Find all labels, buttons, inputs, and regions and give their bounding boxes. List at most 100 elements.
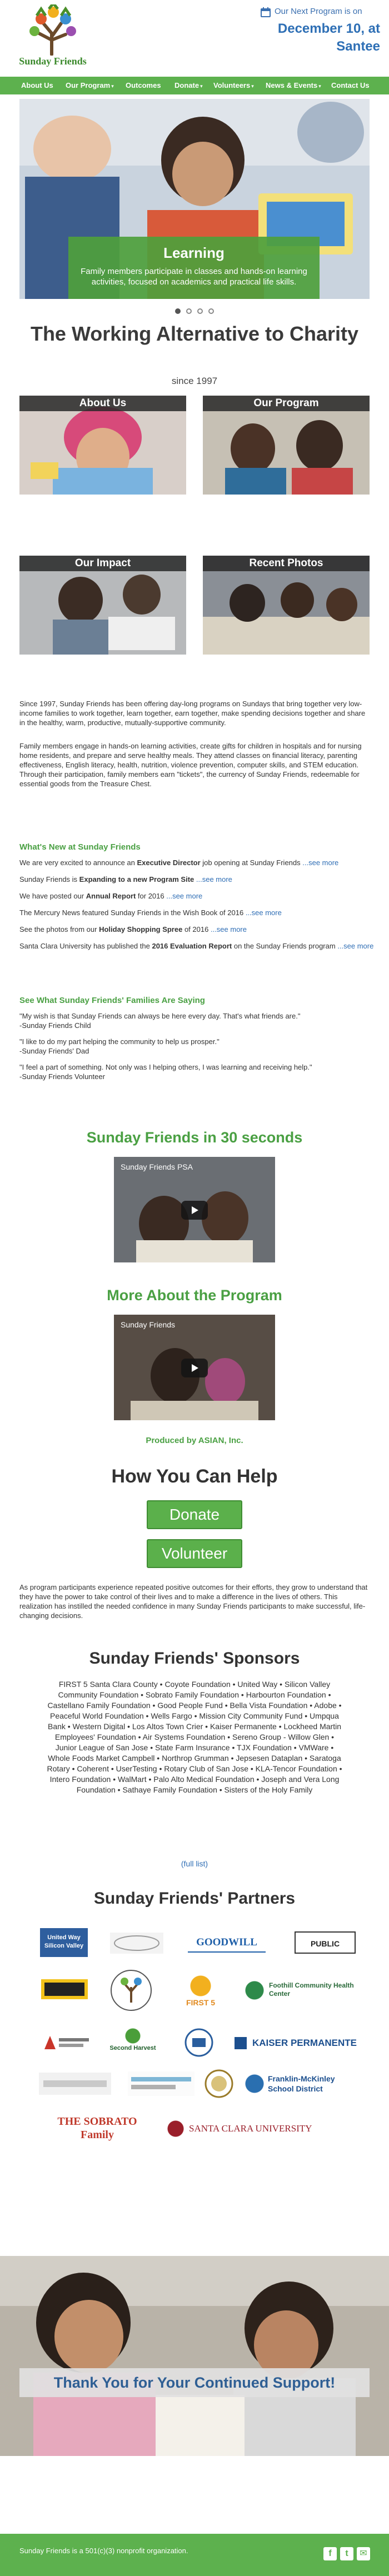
nav-news-events[interactable]: News & Events ▾ (266, 77, 321, 94)
see-more-link[interactable]: ...see more (211, 925, 247, 933)
since-year: since 1997 (171, 376, 218, 386)
quotes-heading: See What Sunday Friends' Families Are Sa… (19, 996, 205, 1005)
partner-logo-goodwill[interactable]: GOODWILL (188, 1933, 266, 1953)
photo-children (0, 2256, 389, 2456)
news-text: We have posted our (19, 892, 86, 900)
nav-label: News & Events (266, 81, 318, 89)
partner-logo-public-health[interactable]: PUBLIC HEALTH (295, 1931, 356, 1954)
see-more-link[interactable]: ...see more (166, 892, 202, 900)
quote-author: -Sunday Friends' Dad (19, 1047, 89, 1055)
video-player-psa[interactable]: Sunday Friends PSA (114, 1157, 275, 1262)
calendar-icon (261, 7, 271, 17)
video-title: Sunday Friends (121, 1320, 176, 1329)
partner-logo-icon[interactable] (110, 1933, 163, 1954)
partner-logo-franklin-mckinley[interactable]: Franklin-McKinley School District (245, 2071, 361, 2096)
tile-our-impact[interactable]: Our Impact (19, 556, 186, 655)
news-bold: Holiday Shopping Spree (99, 925, 183, 933)
play-icon[interactable] (181, 1359, 208, 1377)
tile-about-us[interactable]: About Us (19, 396, 186, 495)
help-text: As program participants experience repea… (19, 1583, 368, 1620)
news-item: We have posted our Annual Report for 201… (19, 891, 375, 901)
news-text: Santa Clara University has published the (19, 942, 152, 950)
partner-logo-first5[interactable]: FIRST 5 (181, 1973, 220, 2013)
nav-outcomes[interactable]: Outcomes (126, 77, 161, 94)
full-list-link[interactable]: (full list) (0, 1859, 389, 1868)
video-player-program[interactable]: Sunday Friends (114, 1315, 275, 1420)
facebook-icon[interactable]: f (323, 2547, 337, 2560)
see-more-link[interactable]: ...see more (302, 858, 338, 867)
play-icon[interactable] (181, 1201, 208, 1220)
hero-title: Learning (163, 244, 225, 261)
news-item: The Mercury News featured Sunday Friends… (19, 908, 375, 917)
tile-title: Recent Photos (203, 556, 370, 571)
partner-logo-foothill[interactable]: Foothill Community Health Center (245, 1979, 356, 2001)
next-program-date[interactable]: December 10, at (245, 21, 380, 37)
partner-logo-united-way[interactable]: United Way Silicon Valley (40, 1928, 88, 1957)
nav-label: Our Program (66, 81, 111, 89)
thank-you-banner: Thank You for Your Continued Support! (19, 2368, 370, 2397)
nav-label: Volunteers (213, 81, 251, 89)
news-text: The Mercury News featured Sunday Friends… (19, 908, 246, 917)
tile-title: Our Program (203, 396, 370, 411)
see-more-link[interactable]: ...see more (246, 908, 282, 917)
partner-logo-second-harvest[interactable]: Second Harvest (102, 2028, 163, 2056)
nav-label: Outcomes (126, 81, 161, 89)
tile-recent-photos[interactable]: Recent Photos (203, 556, 370, 655)
nav-about-us[interactable]: About Us (21, 77, 53, 94)
twitter-icon[interactable]: t (340, 2547, 353, 2560)
partner-logo-icon[interactable] (183, 2028, 215, 2057)
news-text: job opening at Sunday Friends (200, 858, 303, 867)
partner-logo-kaiser[interactable]: KAISER PERMANENTE (231, 2034, 359, 2053)
partner-logo-icon[interactable] (39, 2031, 92, 2054)
slider-dot[interactable] (175, 308, 181, 314)
email-icon[interactable]: ✉ (357, 2547, 370, 2560)
slider-dot[interactable] (208, 308, 214, 314)
intro-paragraph: Family members engage in hands-on learni… (19, 742, 362, 788)
donate-button[interactable]: Donate (147, 1500, 242, 1529)
thank-you-photo: Thank You for Your Continued Support! (0, 2256, 389, 2456)
tile-our-program[interactable]: Our Program (203, 396, 370, 495)
hero-text: Family members participate in classes an… (81, 267, 307, 287)
see-more-link[interactable]: ...see more (337, 942, 373, 950)
site-header: Sunday Friends Our Next Program is on De… (0, 0, 389, 77)
partner-logo-icon[interactable] (109, 1968, 153, 2013)
volunteer-button[interactable]: Volunteer (147, 1539, 242, 1568)
news-text: of 2016 (182, 925, 211, 933)
nav-our-program[interactable]: Our Program ▾ (66, 77, 114, 94)
partner-logo-icon[interactable] (128, 2071, 194, 2096)
next-program-location[interactable]: Santee (245, 39, 380, 54)
nav-donate[interactable]: Donate ▾ (174, 77, 203, 94)
partner-logo-icon[interactable] (39, 2073, 111, 2095)
news-bold: Annual Report (86, 892, 136, 900)
slider-dot[interactable] (186, 308, 192, 314)
partner-logo-icon[interactable] (41, 1979, 88, 1999)
news-bold: 2016 Evaluation Report (152, 942, 232, 950)
sponsors-heading: Sunday Friends' Sponsors (89, 1649, 300, 1668)
tile-title: Our Impact (19, 556, 186, 571)
news-item: We are very excited to announce an Execu… (19, 858, 375, 867)
slider-dots (0, 307, 389, 317)
news-item: Sunday Friends is Expanding to a new Pro… (19, 875, 375, 884)
hero-slider[interactable]: Learning Family members participate in c… (19, 99, 370, 299)
quote-text: "I like to do my part helping the commun… (19, 1037, 220, 1046)
nav-label: Contact Us (331, 81, 370, 89)
nav-contact-us[interactable]: Contact Us (331, 77, 370, 94)
quote-text: "My wish is that Sunday Friends can alwa… (19, 1012, 301, 1020)
site-logo[interactable]: Sunday Friends (17, 4, 89, 67)
tile-title: About Us (19, 396, 186, 411)
partner-logo-sobrato[interactable]: THE SOBRATO Family Foundation (56, 2115, 139, 2143)
page: Sunday Friends Our Next Program is on De… (0, 0, 389, 2576)
sponsors-list: FIRST 5 Santa Clara County • Coyote Foun… (47, 1680, 342, 1794)
caret-down-icon: ▾ (111, 83, 114, 89)
main-nav: About Us Our Program ▾ Outcomes Donate ▾ V… (0, 77, 389, 94)
partner-logo-scu[interactable]: SANTA CLARA UNIVERSITY (167, 2119, 333, 2138)
site-footer: Sunday Friends is a 501(c)(3) nonprofit … (0, 2534, 389, 2576)
news-bold: Expanding to a new Program Site (79, 875, 194, 883)
partner-logo-icon[interactable] (205, 2069, 233, 2098)
nav-volunteers[interactable]: Volunteers ▾ (213, 77, 254, 94)
see-more-link[interactable]: ...see more (196, 875, 232, 883)
slider-dot[interactable] (197, 308, 203, 314)
video-heading: More About the Program (107, 1287, 282, 1304)
tree-logo-icon (29, 4, 76, 56)
news-text: We are very excited to announce an (19, 858, 137, 867)
